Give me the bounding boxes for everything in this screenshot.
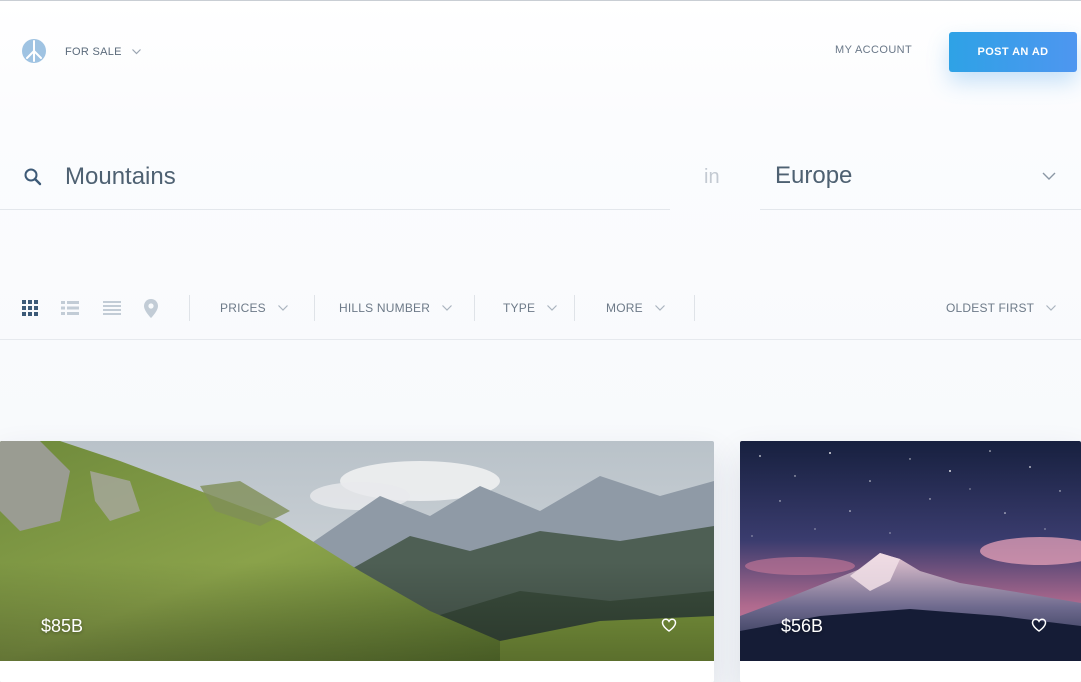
search-icon xyxy=(24,168,42,186)
location-select[interactable]: Europe xyxy=(775,162,852,190)
chevron-down-icon xyxy=(1046,305,1057,311)
search-input[interactable] xyxy=(65,160,625,194)
chevron-down-icon xyxy=(131,49,141,55)
hills-number-filter-label: HILLS NUMBER xyxy=(339,301,431,315)
filter-divider xyxy=(574,295,575,321)
sort-label: OLDEST FIRST xyxy=(946,301,1035,315)
peace-logo-icon[interactable] xyxy=(22,39,46,63)
sort-dropdown[interactable]: OLDEST FIRST xyxy=(946,300,1057,316)
filter-divider xyxy=(694,295,695,321)
more-filter[interactable]: MORE xyxy=(606,300,665,316)
map-pin-icon xyxy=(144,298,158,318)
listing-card-footer xyxy=(740,661,1081,682)
chevron-down-icon xyxy=(277,305,288,311)
for-sale-label: FOR SALE xyxy=(65,46,122,58)
more-filter-label: MORE xyxy=(606,301,643,315)
type-filter-label: TYPE xyxy=(503,301,536,315)
location-underline xyxy=(760,209,1081,210)
filter-bar-underline xyxy=(0,339,1081,340)
post-ad-button[interactable]: POST AN AD xyxy=(949,32,1077,72)
type-filter[interactable]: TYPE xyxy=(503,300,558,316)
prices-filter-label: PRICES xyxy=(220,301,266,315)
list-view-button[interactable] xyxy=(60,298,80,318)
page: FOR SALE MY ACCOUNT POST AN AD in Europe xyxy=(0,0,1081,682)
chevron-down-icon xyxy=(442,305,453,311)
prices-filter[interactable]: PRICES xyxy=(220,300,288,316)
my-account-link[interactable]: MY ACCOUNT xyxy=(835,44,912,56)
listing-card[interactable]: $56B xyxy=(740,441,1081,682)
heart-icon[interactable] xyxy=(1031,617,1047,633)
listing-photo xyxy=(0,441,714,661)
listing-card-footer xyxy=(0,661,714,682)
filter-divider xyxy=(314,295,315,321)
listing-price: $85B xyxy=(41,616,84,636)
heart-icon[interactable] xyxy=(661,617,677,633)
listing-price: $56B xyxy=(781,616,824,636)
chevron-down-icon xyxy=(654,305,665,311)
in-label: in xyxy=(704,166,720,188)
filter-divider xyxy=(474,295,475,321)
compact-list-button[interactable] xyxy=(102,298,122,318)
listing-card[interactable]: $85B xyxy=(0,441,714,682)
list-view-icon xyxy=(61,301,79,315)
for-sale-dropdown[interactable]: FOR SALE xyxy=(65,44,141,60)
grid-view-icon xyxy=(22,300,38,316)
grid-view-button[interactable] xyxy=(20,298,40,318)
hills-number-filter[interactable]: HILLS NUMBER xyxy=(339,300,453,316)
map-view-button[interactable] xyxy=(141,298,161,318)
chevron-down-icon xyxy=(547,305,558,311)
chevron-down-icon[interactable] xyxy=(1042,172,1056,181)
compact-list-icon xyxy=(103,301,121,315)
top-border xyxy=(0,0,1081,1)
filter-divider xyxy=(189,295,190,321)
search-underline xyxy=(0,209,670,210)
